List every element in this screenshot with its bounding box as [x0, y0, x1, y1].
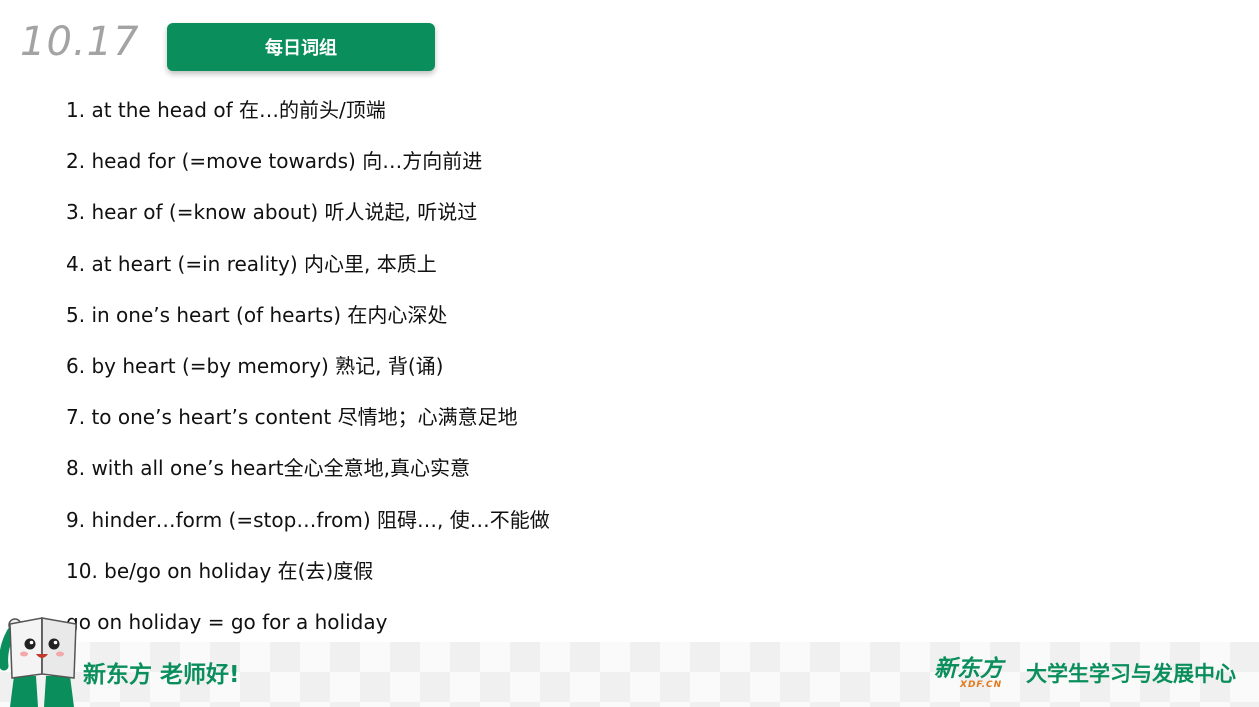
phrase-item-8: 8. with all one’s heart全心全意地,真心实意	[66, 456, 470, 481]
logo-main-text: 新东方	[934, 656, 1003, 682]
brand-logo: 新东方 XDF.CN	[934, 656, 1014, 692]
phrase-item-10: 10. be/go on holiday 在(去)度假	[66, 558, 374, 583]
phrase-item-7: 7. to one’s heart’s content 尽情地；心满意足地	[66, 405, 518, 430]
title-text: 每日词组	[265, 38, 337, 59]
phrase-list: 1. at the head of 在…的前头/顶端 2. head for (…	[66, 96, 550, 608]
date-label: 10.17	[20, 19, 140, 65]
slogan-text: 新东方 老师好!	[83, 662, 240, 688]
phrase-item-3: 3. hear of (=know about) 听人说起, 听说过	[66, 200, 478, 225]
phrase-item-6: 6. by heart (=by memory) 熟记, 背(诵)	[66, 353, 444, 378]
daily-phrases-title-badge: 每日词组	[167, 23, 435, 71]
book-mascot-icon	[0, 617, 77, 707]
phrase-note: go on holiday = go for a holiday	[66, 610, 388, 634]
phrase-item-9: 9. hinder…form (=stop…from) 阻碍…, 使…不能做	[66, 507, 550, 532]
phrase-item-4: 4. at heart (=in reality) 内心里, 本质上	[66, 251, 437, 276]
phrase-item-5: 5. in one’s heart (of hearts) 在内心深处	[66, 302, 448, 327]
center-name-text: 大学生学习与发展中心	[1026, 662, 1236, 686]
logo-sub-text: XDF.CN	[960, 680, 1003, 690]
phrase-item-2: 2. head for (=move towards) 向…方向前进	[66, 149, 483, 174]
phrase-item-1: 1. at the head of 在…的前头/顶端	[66, 98, 386, 122]
